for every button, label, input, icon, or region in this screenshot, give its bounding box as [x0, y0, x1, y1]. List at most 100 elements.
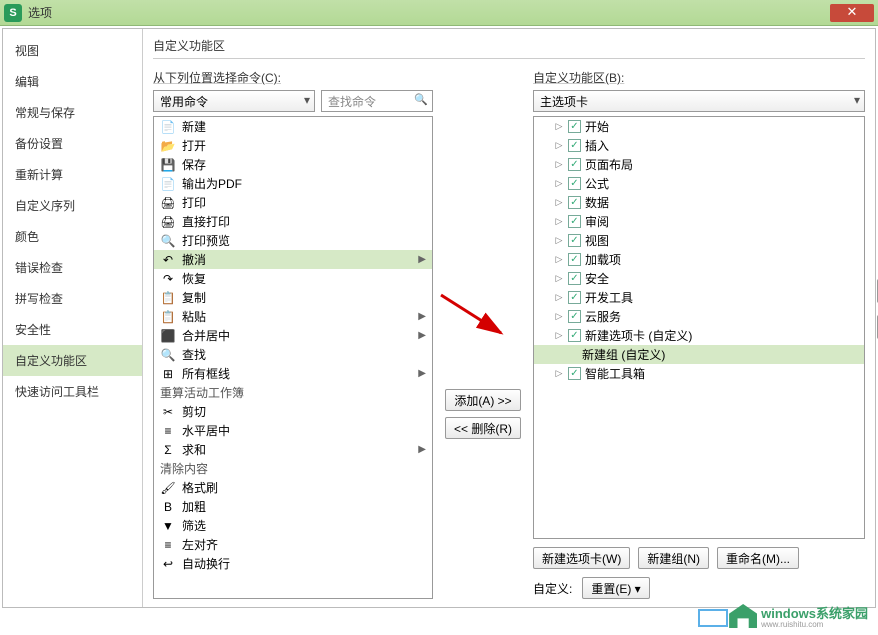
command-item[interactable]: ≡左对齐	[154, 535, 432, 554]
checkbox[interactable]: ✓	[568, 120, 581, 133]
expand-icon[interactable]: ▷	[554, 330, 564, 341]
search-commands-input[interactable]: 查找命令	[321, 90, 433, 112]
sidebar-item[interactable]: 编辑	[3, 66, 142, 97]
sidebar-item[interactable]: 重新计算	[3, 159, 142, 190]
checkbox[interactable]: ✓	[568, 215, 581, 228]
command-item[interactable]: ▼筛选	[154, 516, 432, 535]
commands-list[interactable]: 📄新建📂打开💾保存📄输出为PDF🖨打印🖨直接打印🔍打印预览↶撤消▶↷恢复📋复制📋…	[153, 116, 433, 599]
sidebar-item[interactable]: 视图	[3, 35, 142, 66]
tree-item[interactable]: ▷✓审阅	[534, 212, 864, 231]
command-item[interactable]: ↩自动换行	[154, 554, 432, 573]
expand-icon[interactable]: ▷	[554, 368, 564, 379]
expand-icon[interactable]: ▷	[554, 140, 564, 151]
command-item[interactable]: 📄输出为PDF	[154, 174, 432, 193]
command-item[interactable]: Σ求和▶	[154, 440, 432, 459]
command-item[interactable]: 🖌格式刷	[154, 478, 432, 497]
command-item[interactable]: 📄新建	[154, 117, 432, 136]
tree-item[interactable]: ▷✓视图	[534, 231, 864, 250]
sidebar-item[interactable]: 备份设置	[3, 128, 142, 159]
expand-icon[interactable]: ▷	[554, 254, 564, 265]
tree-item[interactable]: ▷✓公式	[534, 174, 864, 193]
tree-item[interactable]: ▷✓开始	[534, 117, 864, 136]
checkbox[interactable]: ✓	[568, 158, 581, 171]
command-item[interactable]: 📋复制	[154, 288, 432, 307]
tree-item[interactable]: 新建组 (自定义)	[534, 345, 864, 364]
add-button[interactable]: 添加(A) >>	[445, 389, 520, 411]
ribbon-tree[interactable]: ▷✓开始▷✓插入▷✓页面布局▷✓公式▷✓数据▷✓审阅▷✓视图▷✓加载项▷✓安全▷…	[533, 116, 865, 539]
command-item[interactable]: 🖨直接打印	[154, 212, 432, 231]
tree-item[interactable]: ▷✓安全	[534, 269, 864, 288]
tree-item[interactable]: ▷✓加载项	[534, 250, 864, 269]
checkbox[interactable]: ✓	[568, 196, 581, 209]
checkbox[interactable]: ✓	[568, 329, 581, 342]
checkbox[interactable]: ✓	[568, 253, 581, 266]
expand-icon[interactable]: ▷	[554, 235, 564, 246]
expand-icon[interactable]: ▷	[554, 178, 564, 189]
command-item[interactable]: 重算活动工作簿	[154, 383, 432, 402]
checkbox[interactable]: ✓	[568, 367, 581, 380]
command-icon: B	[160, 499, 176, 515]
sidebar-item[interactable]: 拼写检查	[3, 283, 142, 314]
command-item[interactable]: ≡水平居中	[154, 421, 432, 440]
sidebar-item[interactable]: 自定义序列	[3, 190, 142, 221]
command-label: 打印	[182, 194, 206, 211]
expand-icon[interactable]: ▷	[554, 273, 564, 284]
sidebar-item[interactable]: 快速访问工具栏	[3, 376, 142, 407]
commands-source-dropdown[interactable]: 常用命令	[153, 90, 315, 112]
ribbon-column: 自定义功能区(B): 主选项卡 ▷✓开始▷✓插入▷✓页面布局▷✓公式▷✓数据▷✓…	[533, 69, 865, 599]
new-tab-button[interactable]: 新建选项卡(W)	[533, 547, 630, 569]
checkbox[interactable]: ✓	[568, 272, 581, 285]
custom-label: 自定义:	[533, 580, 572, 597]
expand-icon[interactable]: ▷	[554, 197, 564, 208]
command-item[interactable]: ⬛合并居中▶	[154, 326, 432, 345]
tree-item[interactable]: ▷✓云服务	[534, 307, 864, 326]
sidebar-item[interactable]: 自定义功能区	[3, 345, 142, 376]
rename-button[interactable]: 重命名(M)...	[717, 547, 799, 569]
expand-icon[interactable]: ▷	[554, 292, 564, 303]
command-item[interactable]: ↶撤消▶	[154, 250, 432, 269]
sidebar-item[interactable]: 安全性	[3, 314, 142, 345]
tree-item[interactable]: ▷✓插入	[534, 136, 864, 155]
checkbox[interactable]: ✓	[568, 234, 581, 247]
reset-button[interactable]: 重置(E) ▾	[582, 577, 649, 599]
command-item[interactable]: 🖨打印	[154, 193, 432, 212]
sidebar-item[interactable]: 常规与保存	[3, 97, 142, 128]
tree-item[interactable]: ▷✓新建选项卡 (自定义)	[534, 326, 864, 345]
command-item[interactable]: 🔍打印预览	[154, 231, 432, 250]
command-item[interactable]: 💾保存	[154, 155, 432, 174]
new-group-button[interactable]: 新建组(N)	[638, 547, 709, 569]
remove-button[interactable]: << 删除(R)	[445, 417, 521, 439]
custom-reset-row: 自定义: 重置(E) ▾	[533, 577, 865, 599]
command-item[interactable]: ✂剪切	[154, 402, 432, 421]
tree-item-label: 智能工具箱	[585, 365, 645, 382]
checkbox[interactable]: ✓	[568, 139, 581, 152]
ribbon-tabs-dropdown[interactable]: 主选项卡	[533, 90, 865, 112]
checkbox[interactable]: ✓	[568, 291, 581, 304]
command-icon: 🖌	[160, 480, 176, 496]
command-item[interactable]: 📋粘贴▶	[154, 307, 432, 326]
command-item[interactable]: 📂打开	[154, 136, 432, 155]
red-arrow-annotation	[437, 293, 517, 353]
command-item[interactable]: B加粗	[154, 497, 432, 516]
watermark-sub: www.ruishitu.com	[761, 620, 868, 629]
command-icon: ↶	[160, 252, 176, 268]
tree-item[interactable]: ▷✓数据	[534, 193, 864, 212]
sidebar-item[interactable]: 错误检查	[3, 252, 142, 283]
expand-icon[interactable]: ▷	[554, 216, 564, 227]
command-item[interactable]: 清除内容	[154, 459, 432, 478]
sidebar-item[interactable]: 颜色	[3, 221, 142, 252]
command-item[interactable]: ⊞所有框线▶	[154, 364, 432, 383]
expand-icon[interactable]: ▷	[554, 311, 564, 322]
checkbox[interactable]: ✓	[568, 310, 581, 323]
tree-item[interactable]: ▷ ✓ 智能工具箱	[534, 364, 864, 383]
expand-icon[interactable]: ▷	[554, 159, 564, 170]
close-button[interactable]: ✕	[830, 4, 874, 22]
expand-icon[interactable]: ▷	[554, 121, 564, 132]
command-icon: ⬛	[160, 328, 176, 344]
tree-item[interactable]: ▷✓开发工具	[534, 288, 864, 307]
tree-item[interactable]: ▷✓页面布局	[534, 155, 864, 174]
command-item[interactable]: 🔍查找	[154, 345, 432, 364]
checkbox[interactable]: ✓	[568, 177, 581, 190]
watermark-text: windows系统家园	[761, 606, 868, 621]
command-item[interactable]: ↷恢复	[154, 269, 432, 288]
